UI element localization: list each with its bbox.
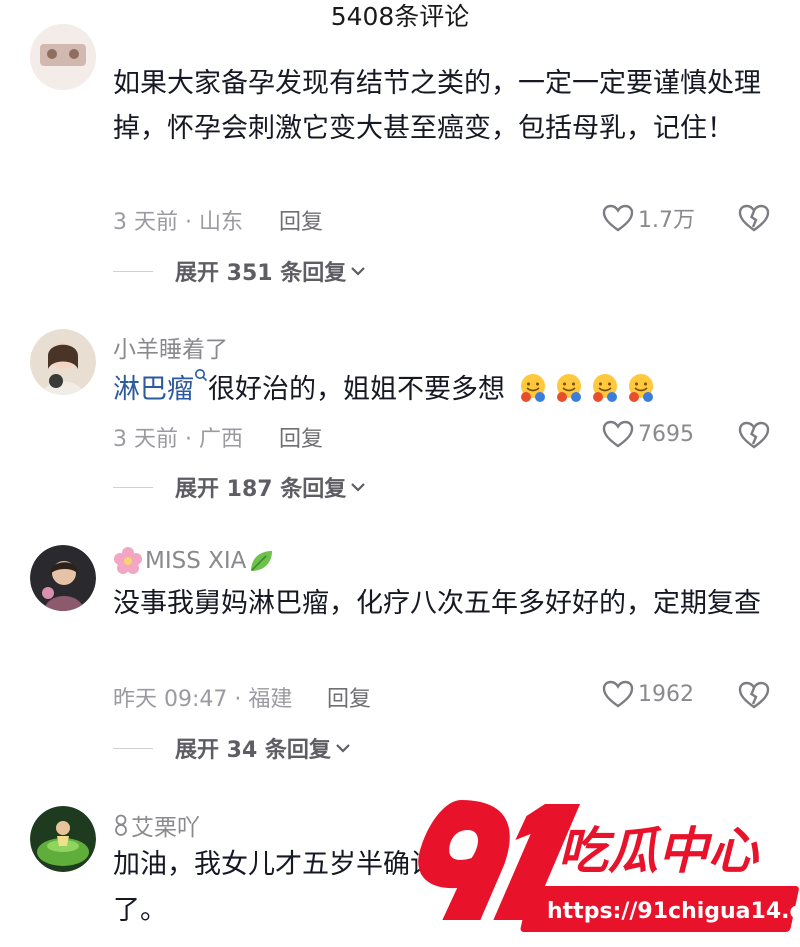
comment-text-tail: 了。 — [113, 895, 167, 926]
reply-button[interactable]: 回复 — [279, 421, 323, 453]
avatar[interactable] — [30, 806, 96, 872]
figure-eight-icon — [115, 814, 127, 836]
username-row[interactable]: 艾栗吖 — [113, 808, 200, 842]
hugging-face-emoji-icon — [520, 374, 545, 402]
topic-link[interactable]: 淋巴瘤 — [113, 374, 194, 405]
hugging-face-emoji-icon — [592, 374, 617, 402]
chevron-down-icon — [336, 744, 350, 753]
broken-heart-icon — [738, 204, 770, 232]
comment-body: 很好治的，姐姐不要多想 — [208, 374, 505, 405]
comment-text: 淋巴瘤 很好治的，姐姐不要多想 — [113, 367, 768, 412]
avatar[interactable] — [30, 24, 96, 90]
like-count: 1962 — [638, 681, 694, 707]
expand-replies-button[interactable]: 展开 34 条回复 — [113, 732, 351, 764]
heart-icon — [602, 204, 634, 232]
hugging-face-emoji-icon — [556, 374, 581, 402]
comment-time-location: 3 天前 · 山东 — [113, 210, 243, 235]
username[interactable]: 小羊睡着了 — [113, 330, 228, 364]
heart-icon — [602, 680, 634, 708]
comment-time-location: 昨天 09:47 · 福建 — [113, 687, 293, 712]
expand-replies-button[interactable]: 展开 187 条回复 — [113, 471, 366, 503]
broken-heart-icon — [738, 681, 770, 709]
like-count: 7695 — [638, 421, 694, 447]
dislike-button[interactable] — [738, 420, 770, 454]
search-icon[interactable] — [194, 368, 208, 386]
chevron-down-icon — [351, 267, 366, 276]
expand-replies-button[interactable]: 展开 351 条回复 — [113, 255, 366, 287]
username: 艾栗吖 — [131, 815, 200, 841]
username: MISS XIA — [145, 548, 247, 574]
reply-button[interactable]: 回复 — [327, 681, 371, 713]
leaf-icon — [251, 551, 273, 571]
expand-replies-label: 展开 187 条回复 — [175, 477, 347, 502]
like-count: 1.7万 — [638, 208, 695, 233]
flower-icon — [114, 547, 142, 574]
avatar[interactable] — [30, 329, 96, 395]
divider-dash — [113, 747, 153, 749]
username-row[interactable]: MISS XIA — [113, 546, 274, 576]
heart-icon — [602, 420, 634, 448]
expand-replies-label: 展开 351 条回复 — [175, 261, 347, 286]
hugging-face-emoji-icon — [628, 374, 653, 402]
expand-replies-label: 展开 34 条回复 — [175, 738, 331, 763]
like-button[interactable]: 1962 — [602, 679, 694, 709]
divider-dash — [113, 270, 153, 272]
like-button[interactable]: 7695 — [602, 419, 694, 449]
comment-text: 加油，我女儿才五岁半确诊 — [113, 849, 437, 880]
comment-text: 如果大家备孕发现有结节之类的，一定一定要谨慎处理掉，怀孕会刺激它变大甚至癌变，包… — [113, 68, 761, 144]
broken-heart-icon — [738, 421, 770, 449]
avatar[interactable] — [30, 545, 96, 611]
comment-count-title: 5408条评论 — [330, 2, 470, 31]
divider-dash — [113, 486, 153, 488]
comment-text: 没事我舅妈淋巴瘤，化疗八次五年多好好的，定期复查 — [113, 588, 761, 619]
chevron-down-icon — [351, 483, 366, 492]
like-button[interactable]: 1.7万 — [602, 202, 695, 234]
dislike-button[interactable] — [738, 203, 770, 237]
comment-time-location: 3 天前 · 广西 — [113, 427, 243, 452]
dislike-button[interactable] — [738, 680, 770, 714]
reply-button[interactable]: 回复 — [279, 204, 323, 236]
